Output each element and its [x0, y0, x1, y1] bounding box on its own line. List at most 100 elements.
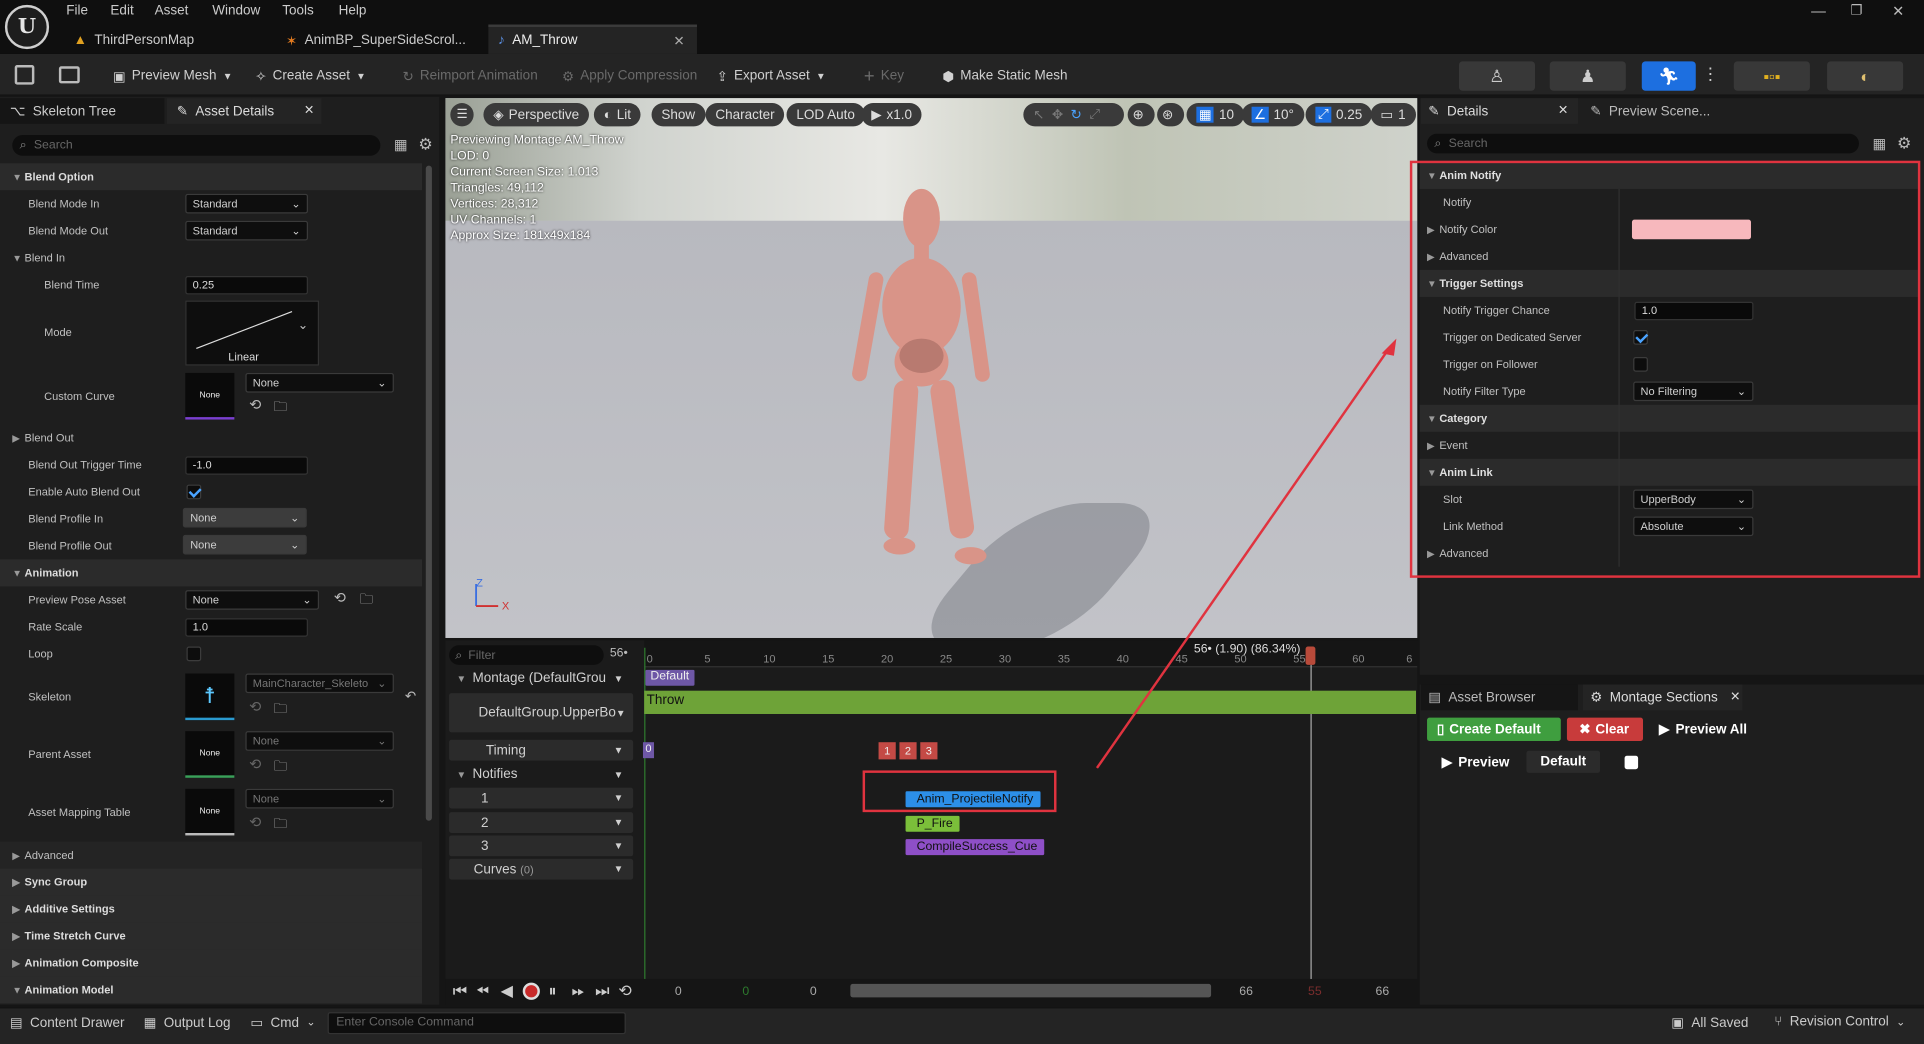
custom-curve-dropdown[interactable]: None ⌄ [245, 372, 394, 393]
blend-mode-in-dropdown[interactable]: Standard ⌄ [185, 193, 308, 214]
blend-profile-in-dropdown[interactable]: None ⌄ [182, 507, 307, 528]
revision-control-button[interactable]: ⑂ Revision Control ⌄ [1774, 1015, 1905, 1030]
tab-details[interactable]: ✎ Details ✕ [1420, 98, 1578, 124]
range-start-value[interactable]: 0 [675, 985, 682, 998]
play-speed-button[interactable]: ▶ x1.0 [861, 103, 922, 127]
local-world-button[interactable]: ⊕ [1127, 103, 1155, 127]
skip-to-start-icon[interactable]: ⏮ [453, 981, 467, 1001]
save-icon[interactable] [14, 65, 35, 85]
parent-asset-dropdown[interactable]: None ⌄ [245, 731, 394, 751]
table-view-icon[interactable]: ▦ [1872, 135, 1886, 152]
step-back-icon[interactable]: ⏪︎ [476, 981, 489, 1001]
tab-preview-scene[interactable]: ✎ Preview Scene... [1583, 98, 1743, 124]
browse-folder-icon[interactable]: 🗀︎ [360, 589, 373, 612]
preview-all-button[interactable]: ▶ Preview All [1659, 718, 1747, 741]
range-end-value[interactable]: 66 [1376, 985, 1390, 998]
grid-snap-button[interactable]: ▦ 10 [1186, 103, 1244, 127]
work-start-value[interactable]: 0 [742, 985, 749, 998]
surface-snap-button[interactable]: ⊛ [1157, 103, 1185, 127]
clear-button[interactable]: ✖ Clear [1566, 717, 1644, 741]
skeleton-mode-button[interactable]: ♙ [1458, 61, 1536, 91]
menu-file[interactable]: File [66, 4, 88, 19]
loop-checkbox[interactable] [186, 646, 202, 662]
sync-group-header[interactable]: ▶ Sync Group [0, 868, 423, 896]
more-options-icon[interactable]: ⋮ [1702, 64, 1719, 85]
timing-marker-3[interactable]: 3 [920, 742, 938, 760]
section-default-marker[interactable]: Default [645, 669, 695, 686]
rate-scale-input[interactable]: 1.0 [185, 618, 308, 637]
tab-thirdpersonmap[interactable]: ▲ ThirdPersonMap [64, 27, 273, 54]
scale-snap-button[interactable]: ⤢ 0.25 [1305, 103, 1373, 127]
timing-marker-2[interactable]: 2 [899, 742, 917, 760]
animation-composite-header[interactable]: ▶ Animation Composite [0, 949, 423, 977]
filter-input[interactable]: Filter [468, 648, 495, 661]
tab-skeleton-tree[interactable]: ⌥ Skeleton Tree [0, 98, 165, 124]
animation-header[interactable]: ▼ Animation [0, 559, 423, 587]
tab-montage-sections[interactable]: ⚙ Montage Sections ✕ [1582, 684, 1743, 711]
tab-asset-details[interactable]: ✎ Asset Details ✕ [166, 98, 322, 124]
show-button[interactable]: Show [651, 103, 705, 127]
close-icon[interactable]: ✕ [1730, 691, 1740, 704]
menu-help[interactable]: Help [339, 4, 367, 19]
section-loop-checkbox[interactable] [1624, 755, 1639, 770]
blend-out-trigger-input[interactable]: -1.0 [185, 456, 308, 475]
search-input[interactable]: Search [1449, 137, 1488, 150]
cmd-dropdown[interactable]: ▭ Cmd ⌄ [250, 1015, 315, 1030]
additive-settings-header[interactable]: ▶ Additive Settings [0, 895, 423, 923]
tab-animbp[interactable]: ✶ AnimBP_SuperSideScrol... [276, 27, 485, 54]
asset-mapping-dropdown[interactable]: None ⌄ [245, 788, 394, 809]
left-search[interactable]: ⌕ Search [12, 134, 381, 156]
work-end-value[interactable]: 55 [1308, 985, 1322, 998]
physics-mode-button[interactable]: ◐ [1827, 61, 1904, 91]
skip-to-end-icon[interactable]: ⏭ [595, 981, 609, 1001]
settings-gear-icon[interactable]: ⚙ [1897, 134, 1911, 154]
output-log-button[interactable]: ▦ Output Log [144, 1015, 231, 1030]
reset-arrow-icon[interactable]: ⟲ [249, 756, 261, 773]
blend-profile-out-dropdown[interactable]: None ⌄ [182, 534, 307, 555]
blend-option-header[interactable]: ▼ Blend Option [0, 163, 423, 191]
browse-folder-icon[interactable]: 🗀︎ [274, 396, 287, 419]
browse-folder-icon[interactable]: 🗀︎ [274, 813, 287, 836]
timing-marker-1[interactable]: 1 [878, 742, 896, 760]
details-search[interactable]: ⌕ Search [1427, 133, 1859, 154]
menu-window[interactable]: Window [212, 4, 260, 19]
notify-track-3[interactable]: 3 ▼ [449, 835, 634, 857]
reset-to-default-icon[interactable]: ↶ [405, 688, 416, 704]
asset-mapping-thumbnail[interactable]: None [185, 788, 235, 836]
notifies-track-header[interactable]: ▼ Notifies ▼ [449, 763, 633, 785]
preview-pose-dropdown[interactable]: None ⌄ [185, 590, 320, 610]
table-view-icon[interactable]: ▦ [394, 136, 408, 153]
character-button[interactable]: Character [705, 103, 785, 127]
mode-curve-picker[interactable]: Linear ⌄ [185, 300, 320, 366]
close-icon[interactable]: ✕ [1558, 104, 1568, 117]
reset-arrow-icon[interactable]: ⟲ [249, 813, 261, 830]
browse-folder-icon[interactable]: 🗀︎ [274, 756, 287, 779]
menu-asset[interactable]: Asset [155, 4, 189, 19]
tab-asset-browser[interactable]: ▤ Asset Browser [1420, 684, 1578, 711]
blend-time-input[interactable]: 0.25 [185, 276, 308, 295]
blueprint-mode-button[interactable]: ▪▫▪ [1733, 61, 1810, 91]
camera-speed-button[interactable]: ▭ 1 [1370, 103, 1416, 127]
play-reverse-icon[interactable]: ◀ [501, 981, 513, 1001]
loop-icon[interactable]: ⟲ [618, 981, 631, 1001]
notify-p-fire[interactable]: P_Fire [905, 815, 961, 832]
reimport-button[interactable]: ↻ Reimport Animation [402, 64, 537, 89]
frame-indicator[interactable]: 56• [610, 647, 628, 660]
step-forward-icon[interactable]: ⏩︎ [572, 981, 585, 1001]
transform-tools[interactable]: ↖ ✥ ↻ ⤢ [1023, 103, 1124, 127]
view-start-value[interactable]: 0 [810, 985, 817, 998]
restore-icon[interactable]: ❐ [1850, 2, 1862, 19]
blend-mode-out-dropdown[interactable]: Standard ⌄ [185, 220, 308, 241]
timeline-scrollbar[interactable] [850, 983, 1212, 998]
create-asset-button[interactable]: ✧ Create Asset ▼ [255, 64, 366, 89]
search-input[interactable]: Search [34, 139, 73, 152]
timeline-filter[interactable]: ⌕ Filter [449, 645, 604, 665]
menu-edit[interactable]: Edit [110, 4, 133, 19]
curves-track-label[interactable]: Curves (0) ▼ [449, 858, 634, 880]
reset-arrow-icon[interactable]: ⟲ [334, 589, 346, 606]
reset-arrow-icon[interactable]: ⟲ [249, 396, 261, 413]
record-icon[interactable] [522, 982, 540, 1000]
close-icon[interactable]: ✕ [304, 104, 314, 117]
make-static-mesh-button[interactable]: ⬢ Make Static Mesh [942, 64, 1067, 89]
skeleton-dropdown[interactable]: MainCharacter_Skeleto ⌄ [245, 673, 394, 694]
